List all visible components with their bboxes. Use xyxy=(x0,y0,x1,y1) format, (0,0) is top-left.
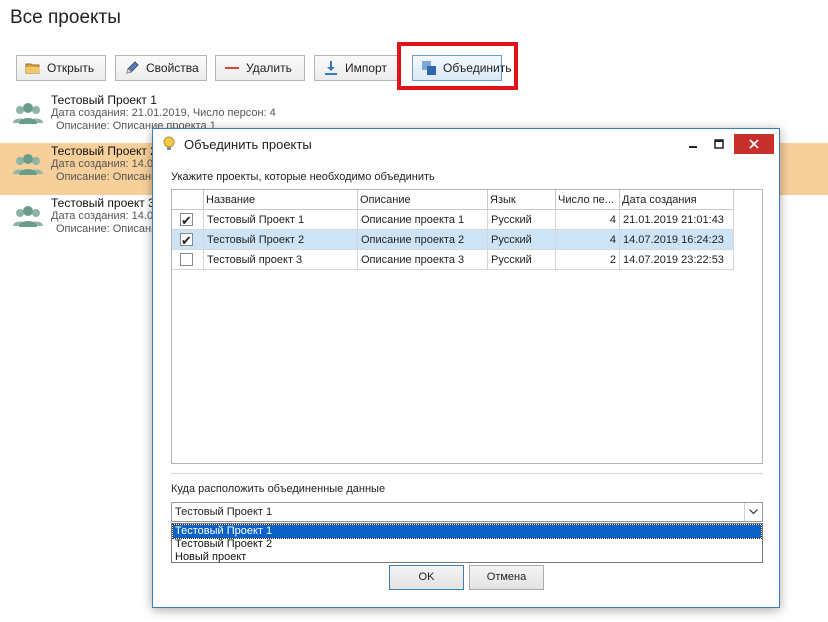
row-checkbox[interactable]: ✔ xyxy=(180,233,193,248)
row-checkbox[interactable] xyxy=(180,253,193,266)
import-button-label: Импорт xyxy=(345,61,387,75)
project-name: Тестовый проект 3 xyxy=(51,196,155,210)
download-icon xyxy=(323,60,339,76)
column-header-check[interactable] xyxy=(172,190,204,210)
dropdown-option[interactable]: Тестовый Проект 1 xyxy=(172,524,762,539)
cell-date: 21.01.2019 21:01:43 xyxy=(620,210,734,230)
column-header-name[interactable]: Название xyxy=(204,190,358,210)
dialog-instruction: Укажите проекты, которые необходимо объе… xyxy=(171,171,435,183)
check-icon: ✔ xyxy=(181,213,192,228)
column-header-date[interactable]: Дата создания xyxy=(620,190,734,210)
cell-name: Тестовый проект 3 xyxy=(204,250,358,270)
row-checkbox-cell: ✔ xyxy=(172,210,204,230)
target-project-select[interactable]: Тестовый Проект 1 xyxy=(171,502,763,522)
ok-button[interactable]: OK xyxy=(389,565,464,590)
people-icon xyxy=(12,204,44,230)
project-meta: Дата создания: 21.01.2019, Число персон:… xyxy=(51,107,276,119)
open-button-label: Открыть xyxy=(47,61,95,75)
merge-projects-dialog: Объединить проекты Укажите проекты, кото… xyxy=(152,128,780,608)
import-button[interactable]: Импорт xyxy=(314,55,400,81)
grid-row[interactable]: Тестовый проект 3 Описание проекта 3 Рус… xyxy=(172,250,734,270)
project-name: Тестовый Проект 2 xyxy=(51,144,157,158)
cell-language: Русский xyxy=(488,210,556,230)
properties-button-label: Свойства xyxy=(146,61,199,75)
grid-header: Название Описание Язык Число пе... Дата … xyxy=(172,190,734,210)
cell-language: Русский xyxy=(488,250,556,270)
open-button[interactable]: Открыть xyxy=(16,55,106,81)
projects-grid: Название Описание Язык Число пе... Дата … xyxy=(171,189,763,464)
cell-name: Тестовый Проект 2 xyxy=(204,230,358,250)
dialog-titlebar[interactable]: Объединить проекты xyxy=(153,129,779,159)
people-icon xyxy=(12,152,44,178)
cell-persons: 4 xyxy=(556,230,620,250)
row-checkbox-cell xyxy=(172,250,204,270)
folder-icon xyxy=(25,60,41,76)
cell-language: Русский xyxy=(488,230,556,250)
target-select-value: Тестовый Проект 1 xyxy=(175,506,273,518)
cell-name: Тестовый Проект 1 xyxy=(204,210,358,230)
target-dropdown-list: Тестовый Проект 1 Тестовый Проект 2 Новы… xyxy=(171,523,763,563)
column-header-persons[interactable]: Число пе... xyxy=(556,190,620,210)
page-title: Все проекты xyxy=(10,7,121,28)
column-header-description[interactable]: Описание xyxy=(358,190,488,210)
close-icon[interactable] xyxy=(734,134,774,154)
people-icon xyxy=(12,101,44,127)
cell-persons: 2 xyxy=(556,250,620,270)
check-icon: ✔ xyxy=(181,233,192,248)
cell-description: Описание проекта 2 xyxy=(358,230,488,250)
dropdown-option[interactable]: Новый проект xyxy=(173,551,761,564)
delete-button-label: Удалить xyxy=(246,61,292,75)
properties-button[interactable]: Свойства xyxy=(115,55,207,81)
pencil-icon xyxy=(124,60,140,76)
cell-date: 14.07.2019 16:24:23 xyxy=(620,230,734,250)
section-divider xyxy=(171,473,763,474)
cancel-button[interactable]: Отмена xyxy=(469,565,544,590)
row-checkbox-cell: ✔ xyxy=(172,230,204,250)
cell-persons: 4 xyxy=(556,210,620,230)
cell-date: 14.07.2019 23:22:53 xyxy=(620,250,734,270)
dropdown-option[interactable]: Тестовый Проект 2 xyxy=(173,538,761,551)
minimize-icon[interactable] xyxy=(681,134,705,154)
grid-row[interactable]: ✔ Тестовый Проект 2 Описание проекта 2 Р… xyxy=(172,230,734,250)
project-name: Тестовый Проект 1 xyxy=(51,93,157,107)
minus-icon xyxy=(224,60,240,76)
merge-highlight-frame xyxy=(397,42,518,90)
delete-button[interactable]: Удалить xyxy=(215,55,305,81)
maximize-icon[interactable] xyxy=(707,134,731,154)
chevron-down-icon[interactable] xyxy=(744,503,762,521)
column-header-language[interactable]: Язык xyxy=(488,190,556,210)
lightbulb-icon xyxy=(161,136,177,152)
row-checkbox[interactable]: ✔ xyxy=(180,213,193,228)
cell-description: Описание проекта 3 xyxy=(358,250,488,270)
dialog-title: Объединить проекты xyxy=(184,137,312,152)
cell-description: Описание проекта 1 xyxy=(358,210,488,230)
grid-row[interactable]: ✔ Тестовый Проект 1 Описание проекта 1 Р… xyxy=(172,210,734,230)
target-label: Куда расположить объединенные данные xyxy=(171,483,386,495)
